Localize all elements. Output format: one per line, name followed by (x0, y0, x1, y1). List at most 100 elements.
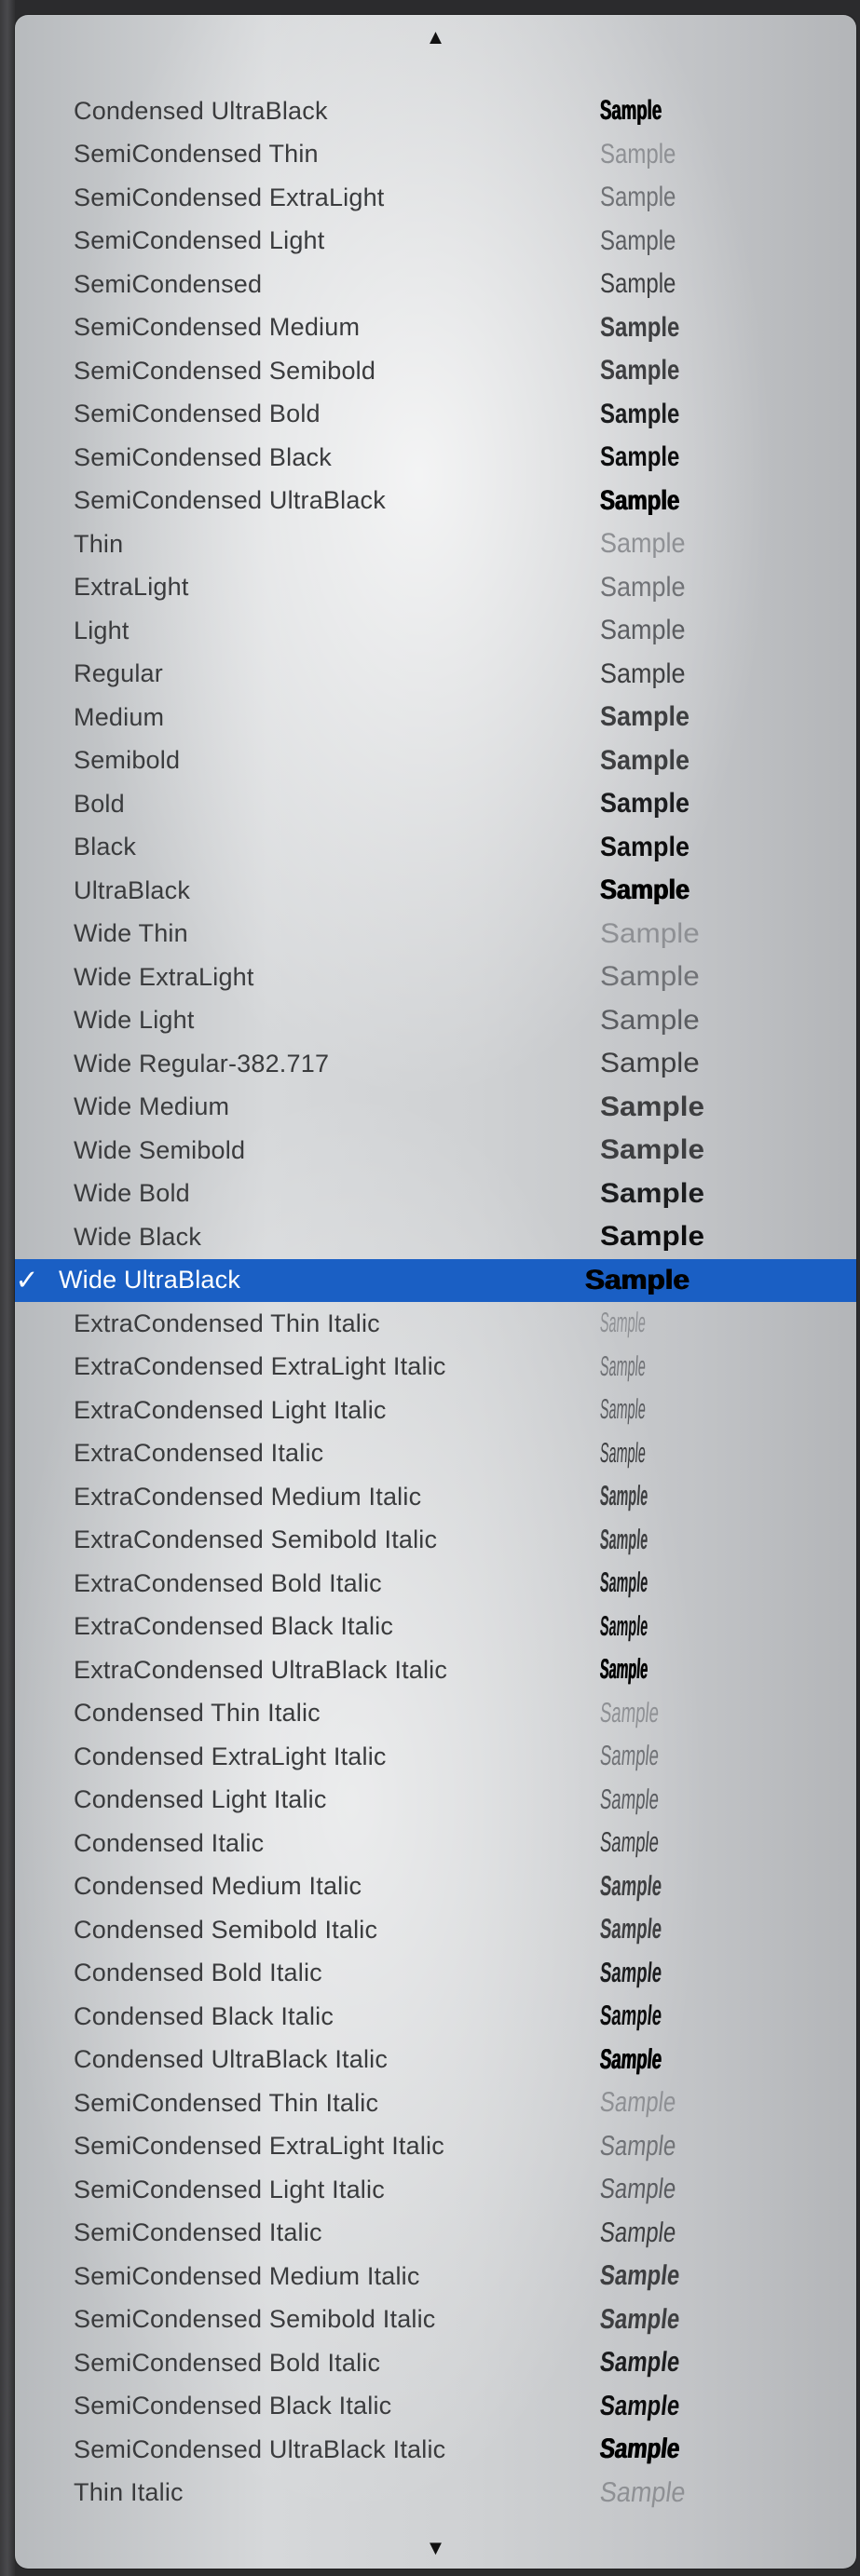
font-sample-preview: Sample (598, 1481, 649, 1512)
menu-item[interactable]: Wide Light Sample (15, 999, 856, 1043)
menu-item-label: Wide UltraBlack (59, 1266, 241, 1295)
menu-item[interactable]: ExtraCondensed ExtraLight Italic Sample (15, 1346, 856, 1390)
menu-item-label: Wide ExtraLight (74, 962, 254, 991)
font-sample-preview: Sample (600, 1134, 705, 1166)
window-edge (0, 0, 15, 2576)
menu-item[interactable]: Light Sample (15, 609, 856, 653)
menu-item[interactable]: Condensed Semibold Italic Sample (15, 1908, 856, 1952)
menu-item[interactable]: Thin Sample (15, 522, 856, 566)
menu-item[interactable]: Wide Thin Sample (15, 913, 856, 956)
menu-item[interactable]: SemiCondensed Black Italic Sample (15, 2385, 856, 2429)
font-sample-preview: Sample (598, 1697, 661, 1729)
font-style-menu[interactable]: ▲ Condensed UltraBlack Sample SemiCondense… (15, 15, 856, 2569)
menu-item[interactable]: Medium Sample (15, 696, 856, 739)
menu-item[interactable]: Wide Medium Sample (15, 1086, 856, 1130)
menu-item-label: Bold (74, 789, 125, 818)
menu-item[interactable]: SemiCondensed Medium Sample (15, 306, 856, 350)
font-sample-preview: Sample (598, 1308, 647, 1339)
font-style-list: Condensed UltraBlack Sample SemiCondensed … (15, 89, 856, 2515)
menu-item[interactable]: Condensed Medium Italic Sample (15, 1865, 856, 1909)
menu-item[interactable]: SemiCondensed ExtraLight Sample (15, 176, 856, 220)
font-sample-preview: Sample (598, 2174, 678, 2205)
font-sample-preview: Sample (598, 2087, 678, 2119)
menu-item-label: Condensed Semibold Italic (74, 1915, 378, 1944)
menu-item[interactable]: Condensed ExtraLight Italic Sample (15, 1735, 856, 1779)
menu-item-label: UltraBlack (74, 875, 191, 904)
scroll-up-arrow-icon[interactable]: ▲ (15, 19, 856, 56)
font-sample-preview: Sample (598, 1610, 649, 1642)
menu-item[interactable]: SemiCondensed Thin Italic Sample (15, 2081, 856, 2125)
menu-item[interactable]: Condensed Bold Italic Sample (15, 1952, 856, 1996)
menu-item[interactable]: SemiCondensed Light Sample (15, 220, 856, 264)
menu-item[interactable]: ExtraCondensed Black Italic Sample (15, 1606, 856, 1649)
menu-item-label: Condensed Medium Italic (74, 1872, 362, 1901)
scroll-down-arrow-icon[interactable]: ▼ (15, 2529, 856, 2567)
menu-item-label: Light (74, 616, 130, 644)
menu-item[interactable]: SemiCondensed Black Sample (15, 436, 856, 480)
menu-item[interactable]: Condensed UltraBlack Italic Sample (15, 2039, 856, 2082)
font-sample-preview: Sample (600, 1177, 705, 1209)
menu-item[interactable]: Condensed Black Italic Sample (15, 1995, 856, 2039)
menu-item[interactable]: ExtraLight Sample (15, 566, 856, 610)
menu-item-label: Wide Semibold (74, 1135, 246, 1164)
menu-item-label: SemiCondensed Black Italic (74, 2392, 392, 2420)
menu-item[interactable]: Regular Sample (15, 653, 856, 697)
menu-item[interactable]: UltraBlack Sample (15, 869, 856, 913)
menu-item[interactable]: SemiCondensed Sample (15, 263, 856, 306)
menu-item[interactable]: ExtraCondensed Italic Sample (15, 1432, 856, 1476)
menu-item[interactable]: Wide ExtraLight Sample (15, 956, 856, 999)
font-sample-preview: Sample (600, 744, 690, 776)
menu-item[interactable]: Bold Sample (15, 782, 856, 826)
menu-item-label: SemiCondensed Italic (74, 2218, 322, 2247)
menu-item[interactable]: SemiCondensed ExtraLight Italic Sample (15, 2125, 856, 2169)
menu-item-label: ExtraCondensed ExtraLight Italic (74, 1352, 446, 1381)
font-sample-preview: Sample (598, 1957, 663, 1988)
menu-item-selected[interactable]: ✓ Wide UltraBlack Sample (15, 1258, 856, 1302)
font-sample-preview: Sample (600, 528, 686, 560)
menu-item[interactable]: Wide Black Sample (15, 1215, 856, 1259)
menu-item-label: ExtraCondensed Bold Italic (74, 1568, 382, 1597)
font-sample-preview: Sample (600, 1048, 700, 1079)
font-sample-preview: Sample (600, 355, 680, 386)
menu-item[interactable]: ExtraCondensed Semibold Italic Sample (15, 1519, 856, 1563)
menu-item[interactable]: SemiCondensed Semibold Italic Sample (15, 2298, 856, 2342)
menu-item[interactable]: SemiCondensed Semibold Sample (15, 349, 856, 393)
menu-item[interactable]: SemiCondensed Italic Sample (15, 2212, 856, 2256)
menu-item[interactable]: SemiCondensed Bold Italic Sample (15, 2341, 856, 2385)
font-sample-preview: Sample (598, 2217, 678, 2248)
menu-item-label: Regular (74, 659, 163, 688)
font-sample-preview: Sample (598, 1827, 661, 1859)
font-sample-preview: Sample (598, 1437, 647, 1469)
menu-item[interactable]: Semibold Sample (15, 739, 856, 783)
menu-item[interactable]: SemiCondensed Light Italic Sample (15, 2168, 856, 2212)
menu-item[interactable]: Condensed Italic Sample (15, 1822, 856, 1865)
menu-item[interactable]: Wide Semibold Sample (15, 1129, 856, 1173)
menu-item-label: Wide Bold (74, 1179, 190, 1208)
menu-item[interactable]: Wide Bold Sample (15, 1173, 856, 1216)
menu-item-label: Thin (74, 529, 124, 558)
font-sample-preview: Sample (600, 701, 690, 733)
menu-item[interactable]: ExtraCondensed Thin Italic Sample (15, 1302, 856, 1346)
menu-item[interactable]: ExtraCondensed UltraBlack Italic Sample (15, 1648, 856, 1692)
menu-item[interactable]: Condensed Light Italic Sample (15, 1779, 856, 1823)
menu-item-label: SemiCondensed ExtraLight (74, 183, 385, 211)
menu-item[interactable]: Condensed Thin Italic Sample (15, 1692, 856, 1736)
font-sample-preview: Sample (600, 398, 680, 429)
menu-item[interactable]: SemiCondensed UltraBlack Sample (15, 480, 856, 523)
menu-item[interactable]: Black Sample (15, 826, 856, 870)
menu-item-label: ExtraLight (74, 573, 189, 602)
menu-item[interactable]: Wide Regular-382.717 Sample (15, 1042, 856, 1086)
menu-item[interactable]: SemiCondensed UltraBlack Italic Sample (15, 2428, 856, 2472)
menu-item-label: Condensed Thin Italic (74, 1699, 321, 1728)
menu-item[interactable]: SemiCondensed Bold Sample (15, 393, 856, 437)
menu-item-label: SemiCondensed UltraBlack (74, 486, 386, 515)
menu-item[interactable]: ExtraCondensed Bold Italic Sample (15, 1562, 856, 1606)
font-sample-preview: Sample (598, 2303, 682, 2335)
menu-item[interactable]: Thin Italic Sample (15, 2472, 856, 2515)
menu-item[interactable]: Condensed UltraBlack Sample (15, 89, 856, 133)
menu-item[interactable]: SemiCondensed Thin Sample (15, 133, 856, 177)
menu-item[interactable]: ExtraCondensed Medium Italic Sample (15, 1475, 856, 1519)
menu-item[interactable]: SemiCondensed Medium Italic Sample (15, 2255, 856, 2298)
menu-item[interactable]: ExtraCondensed Light Italic Sample (15, 1389, 856, 1432)
font-sample-preview: Sample (598, 1914, 663, 1946)
